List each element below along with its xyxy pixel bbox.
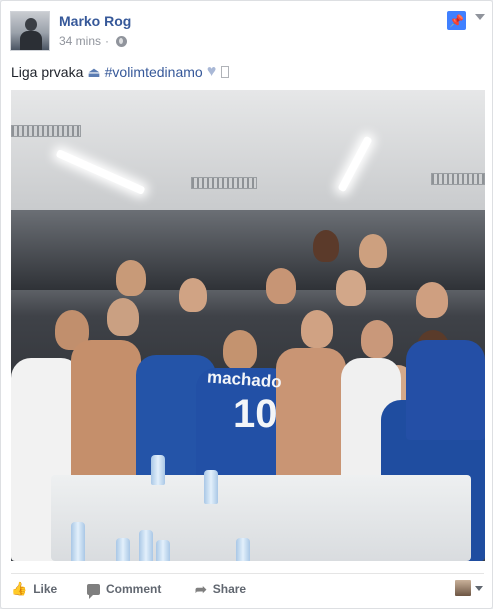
share-button[interactable]: ➦ Share [195, 578, 246, 600]
post-card: Marko Rog 34 mins · 📌 Liga prvaka ⏏ #vol… [0, 0, 493, 609]
ceiling-vent [431, 173, 485, 185]
iron-icon: ⏏ [87, 63, 101, 80]
thumbs-up-icon: 👍 [11, 581, 28, 596]
ceiling-vent [191, 177, 257, 189]
viewer-avatar[interactable] [455, 580, 471, 596]
locker-table [51, 475, 471, 561]
like-label: Like [33, 582, 58, 596]
pin-icon[interactable]: 📌 [447, 11, 466, 30]
photo-ceiling [11, 90, 485, 210]
action-bar: 👍 Like Comment ➦ Share [11, 578, 484, 600]
water-bottle [236, 538, 250, 561]
author-name[interactable]: Marko Rog [59, 13, 131, 29]
like-button[interactable]: 👍 Like [11, 578, 57, 600]
comment-button[interactable]: Comment [87, 578, 161, 600]
post-photo[interactable]: machado 10 [11, 90, 485, 561]
water-bottle [116, 538, 130, 561]
meta-separator: · [105, 34, 110, 48]
water-bottle [156, 540, 170, 561]
comment-label: Comment [106, 582, 162, 596]
water-bottle [139, 530, 153, 561]
globe-icon[interactable] [116, 35, 128, 47]
share-label: Share [212, 582, 247, 596]
post-meta: 34 mins · [59, 34, 128, 48]
heart-icon: ♥ [206, 63, 217, 80]
chevron-down-icon[interactable] [475, 586, 483, 591]
chevron-down-icon[interactable] [475, 14, 485, 20]
water-bottle [151, 455, 165, 485]
post-text-prefix: Liga prvaka [11, 64, 84, 80]
jersey-number: 10 [233, 392, 278, 436]
unknown-glyph-icon [221, 66, 230, 78]
comment-icon [87, 583, 100, 599]
water-bottle [71, 522, 85, 561]
action-divider [11, 573, 484, 574]
author-avatar[interactable] [10, 11, 50, 51]
water-bottle [204, 470, 218, 504]
share-icon: ➦ [195, 580, 207, 597]
hashtag-link[interactable]: #volimtedinamo [105, 64, 203, 80]
post-time[interactable]: 34 mins [59, 34, 101, 48]
post-text: Liga prvaka ⏏ #volimtedinamo ♥ [11, 63, 230, 81]
ceiling-vent [11, 125, 81, 137]
